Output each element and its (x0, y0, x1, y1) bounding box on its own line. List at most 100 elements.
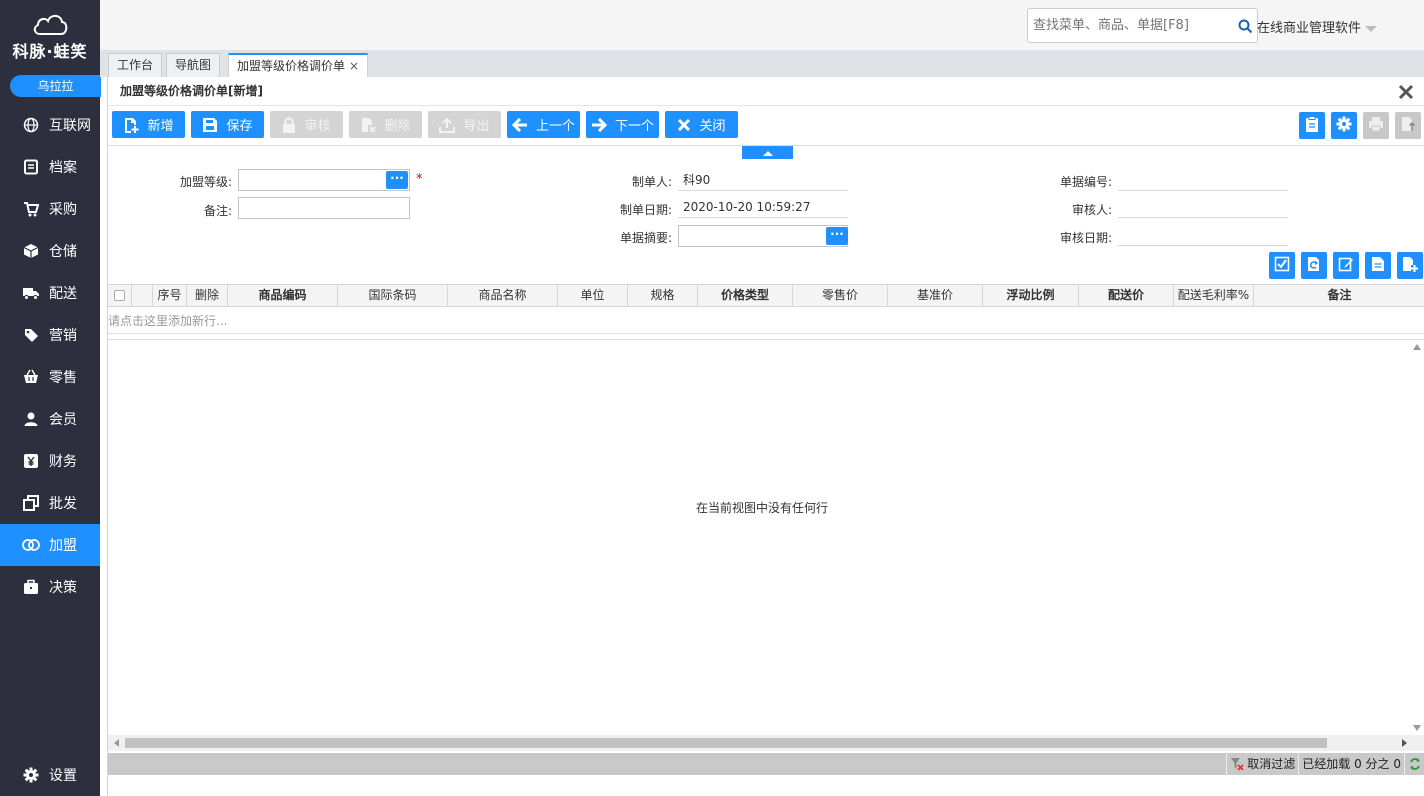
cancel-filter-button[interactable]: 取消过滤 (1226, 753, 1298, 775)
select-all-checkbox[interactable] (114, 290, 125, 301)
grid-check-button[interactable] (1269, 252, 1295, 279)
select-all-cell[interactable] (108, 285, 132, 306)
column-header[interactable]: 配送毛利率% (1174, 285, 1254, 306)
new-doc-icon (123, 117, 139, 133)
column-header[interactable]: 配送价 (1079, 285, 1174, 306)
sidebar-item-label: 零售 (49, 370, 77, 386)
sidebar-item-label: 批发 (49, 496, 77, 512)
app-title-menu[interactable]: 在线商业管理软件 (1257, 17, 1378, 36)
audit-date-value (1118, 224, 1288, 246)
save-button[interactable]: 保存 (191, 111, 264, 138)
sidebar-item-storage[interactable]: 仓储 (0, 230, 100, 272)
column-header[interactable]: 删除 (187, 285, 228, 306)
next-button[interactable]: 下一个 (586, 111, 659, 138)
sidebar-item-archive[interactable]: 档案 (0, 146, 100, 188)
delete-doc-icon (360, 117, 377, 133)
tab-navigation[interactable]: 导航图 (166, 53, 221, 77)
add-new-row[interactable]: 请点击这里添加新行... (108, 308, 1424, 334)
checkbox-icon (1274, 256, 1290, 275)
clipboard-button[interactable] (1299, 112, 1325, 139)
date-value: 2020-10-20 10:59:27 (678, 196, 848, 218)
search-input[interactable] (1028, 9, 1224, 42)
close-button[interactable]: 关闭 (665, 111, 738, 138)
sidebar-item-settings[interactable]: 设置 (0, 754, 100, 796)
audit-button[interactable]: 审核 (270, 111, 343, 138)
grid-edit-button[interactable] (1333, 252, 1359, 279)
audit-label: 审核 (304, 119, 331, 134)
sidebar-item-retail[interactable]: 零售 (0, 356, 100, 398)
sidebar-item-label: 营销 (49, 328, 77, 344)
column-header[interactable]: 序号 (153, 285, 187, 306)
column-header[interactable]: 零售价 (793, 285, 888, 306)
docno-value (1118, 169, 1288, 191)
column-header[interactable]: 规格 (628, 285, 698, 306)
grid-gutter (132, 285, 153, 306)
scroll-left-icon[interactable] (114, 739, 119, 747)
clipboard-icon (1305, 116, 1319, 135)
collapse-toggle[interactable] (742, 146, 793, 159)
close-icon[interactable]: × (349, 59, 359, 73)
sidebar-nav: 互联网 档案 采购 仓储 配送 营销 零售 会员 财务 批发 加盟 决策 (0, 104, 100, 608)
sidebar-item-label: 仓储 (49, 244, 77, 260)
export-button[interactable]: 导出 (428, 111, 501, 138)
summary-lookup-button[interactable]: ··· (826, 227, 848, 245)
sidebar-item-marketing[interactable]: 营销 (0, 314, 100, 356)
sidebar-item-label: 采购 (49, 202, 77, 218)
print-button[interactable] (1363, 112, 1389, 139)
tag-icon (22, 326, 40, 344)
column-header[interactable]: 商品名称 (448, 285, 558, 306)
sidebar-item-franchise[interactable]: 加盟 (0, 524, 100, 566)
sidebar-item-delivery[interactable]: 配送 (0, 272, 100, 314)
sidebar-item-label: 互联网 (49, 118, 91, 134)
brand-name: 科脉·蛙笑 (12, 42, 88, 61)
sidebar-item-purchase[interactable]: 采购 (0, 188, 100, 230)
new-button[interactable]: 新增 (112, 111, 185, 138)
sidebar-item-internet[interactable]: 互联网 (0, 104, 100, 146)
window-close-icon[interactable] (1398, 84, 1414, 103)
empty-message: 在当前视图中没有任何行 (696, 501, 829, 515)
prev-button[interactable]: 上一个 (507, 111, 580, 138)
sidebar-item-wholesale[interactable]: 批发 (0, 482, 100, 524)
level-field[interactable] (238, 169, 410, 191)
app-title: 在线商业管理软件 (1257, 21, 1362, 36)
sidebar-item-decision[interactable]: 决策 (0, 566, 100, 608)
edit-icon (1338, 256, 1354, 275)
tab-workbench[interactable]: 工作台 (108, 53, 163, 77)
settings-button[interactable] (1331, 112, 1357, 139)
truck-icon (22, 284, 40, 302)
scroll-down-icon[interactable] (1413, 725, 1421, 731)
level-lookup-button[interactable]: ··· (386, 171, 408, 189)
column-header[interactable]: 单位 (558, 285, 628, 306)
column-header[interactable]: 国际条码 (338, 285, 448, 306)
column-header[interactable]: 备注 (1254, 285, 1424, 306)
user-badge[interactable]: 乌拉拉 (10, 75, 101, 97)
arrow-right-icon (591, 117, 607, 132)
sidebar-item-member[interactable]: 会员 (0, 398, 100, 440)
cart-icon (22, 200, 40, 218)
sidebar-item-label: 决策 (49, 580, 77, 596)
column-header[interactable]: 价格类型 (698, 285, 793, 306)
export-file-button[interactable] (1395, 112, 1421, 139)
sidebar-item-finance[interactable]: 财务 (0, 440, 100, 482)
summary-field[interactable] (678, 225, 848, 247)
grid-doc-button[interactable] (1365, 252, 1391, 279)
auditor-value (1118, 196, 1288, 218)
remark-field[interactable] (238, 197, 410, 219)
scroll-up-icon[interactable] (1413, 344, 1421, 350)
delete-button[interactable]: 删除 (349, 111, 422, 138)
grid-refresh-button[interactable] (1301, 252, 1327, 279)
column-header[interactable]: 商品编码 (228, 285, 338, 306)
grid-body: 在当前视图中没有任何行 (108, 339, 1424, 735)
search-icon[interactable] (1238, 19, 1253, 37)
scroll-right-icon[interactable] (1402, 739, 1407, 747)
document-window: 加盟等级价格调价单[新增] 新增 保存 审核 删除 导出 上一个 下一个 关闭 (107, 77, 1424, 796)
horizontal-scrollbar[interactable] (108, 735, 1424, 751)
summary-label: 单据摘要: (619, 231, 672, 245)
tab-franchise-price-adjust[interactable]: 加盟等级价格调价单 × (228, 53, 369, 77)
upload-icon (439, 117, 456, 133)
grid-add-row-button[interactable] (1397, 252, 1423, 279)
scrollbar-thumb[interactable] (125, 738, 1327, 748)
refresh-button[interactable] (1404, 753, 1424, 775)
column-header[interactable]: 浮动比例 (983, 285, 1079, 306)
column-header[interactable]: 基准价 (888, 285, 983, 306)
